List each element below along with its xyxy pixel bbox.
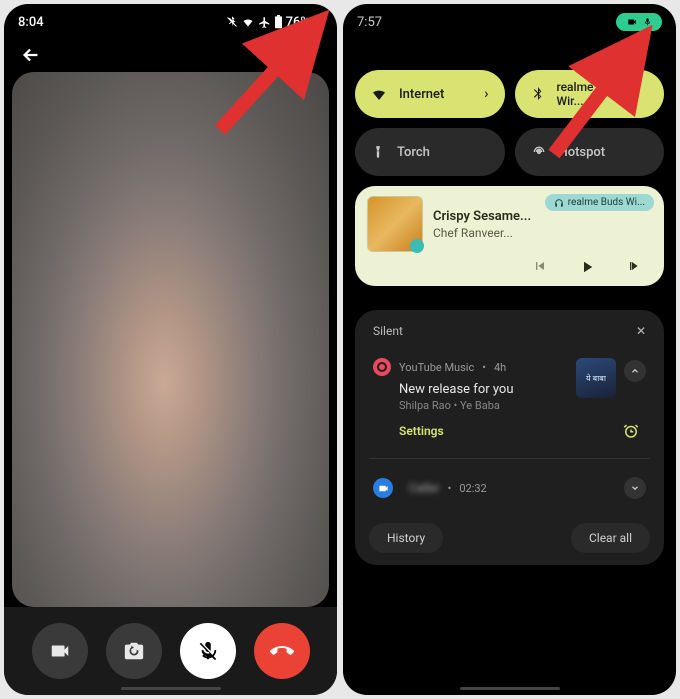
qs-label: Hotspot <box>559 145 649 160</box>
airplane-icon <box>258 16 271 29</box>
prev-button[interactable] <box>532 258 548 276</box>
quick-settings-row2: Torch Hotspot <box>343 128 676 176</box>
qs-bluetooth-tile[interactable]: realme Buds Wir... <box>515 70 665 118</box>
notif-age: 4h <box>494 361 506 374</box>
battery-icon <box>274 15 283 29</box>
chevron-right-icon: › <box>484 86 488 102</box>
battery-text: 76% <box>286 15 310 30</box>
notification-duo[interactable]: Caller • 02:32 <box>369 469 650 507</box>
qs-label: Torch <box>397 145 489 160</box>
switch-camera-button[interactable] <box>106 623 162 679</box>
media-output-chip[interactable]: realme Buds Wi... <box>545 194 654 211</box>
expand-button[interactable] <box>624 477 646 499</box>
wifi-icon <box>371 86 387 102</box>
torch-icon <box>371 144 385 160</box>
media-player-card[interactable]: realme Buds Wi... Crispy Sesame... Chef … <box>355 186 664 286</box>
headphones-icon <box>554 198 564 208</box>
app-name: YouTube Music <box>399 361 474 374</box>
qs-internet-tile[interactable]: Internet › <box>355 70 505 118</box>
media-artist: Chef Ranveer... <box>433 226 652 240</box>
bluetooth-icon <box>531 86 545 102</box>
mic-icon <box>643 16 652 28</box>
call-controls <box>4 607 337 695</box>
notification-panel: Silent ✕ YouTube Music • 4h ये बाबा New … <box>355 310 664 565</box>
output-label: realme Buds Wi... <box>568 197 645 208</box>
youtube-music-icon <box>373 358 391 376</box>
close-icon[interactable]: ✕ <box>636 324 646 338</box>
back-button[interactable] <box>4 36 337 74</box>
chevron-up-icon <box>630 366 640 376</box>
play-button[interactable] <box>578 258 596 276</box>
chevron-down-icon <box>630 483 640 493</box>
clear-all-button[interactable]: Clear all <box>571 523 650 553</box>
home-indicator[interactable] <box>460 687 560 690</box>
call-duration: 02:32 <box>459 482 486 495</box>
caller-name: Caller <box>409 481 440 495</box>
mute-button[interactable] <box>180 623 236 679</box>
phone-right-shade: 7:57 Internet › realme Buds Wir... Torch <box>343 4 676 695</box>
camera-icon <box>626 17 638 27</box>
status-bar: 7:57 <box>343 4 676 36</box>
qs-label: realme Buds Wir... <box>557 80 649 108</box>
section-label: Silent <box>373 324 403 338</box>
clock-text: 7:57 <box>357 15 382 30</box>
wifi-icon <box>241 16 255 28</box>
home-indicator[interactable] <box>121 687 221 690</box>
status-icons: 76% <box>226 15 323 30</box>
notification-youtube-music[interactable]: YouTube Music • 4h ये बाबा New release f… <box>369 350 650 448</box>
bluetooth-off-icon <box>226 16 238 28</box>
collapse-button[interactable] <box>624 360 646 382</box>
divider <box>369 458 650 459</box>
notif-subtitle: Shilpa Rao • Ye Baba <box>399 399 646 412</box>
quick-settings-row1: Internet › realme Buds Wir... <box>343 70 676 118</box>
camera-toggle-button[interactable] <box>32 623 88 679</box>
video-feed[interactable] <box>12 72 329 607</box>
next-button[interactable] <box>626 258 642 276</box>
privacy-dot-icon <box>315 18 323 26</box>
notif-footer: History Clear all <box>369 523 650 553</box>
duo-icon <box>373 478 393 498</box>
phone-left-videocall: 8:04 76% <box>4 4 337 695</box>
history-button[interactable]: History <box>369 523 443 553</box>
hangup-button[interactable] <box>254 623 310 679</box>
clock-text: 8:04 <box>18 15 44 30</box>
media-controls <box>367 252 652 276</box>
status-bar: 8:04 76% <box>4 4 337 36</box>
silent-section-header: Silent ✕ <box>369 324 650 338</box>
notif-thumbnail: ये बाबा <box>576 358 616 398</box>
qs-torch-tile[interactable]: Torch <box>355 128 505 176</box>
hotspot-icon <box>531 144 547 160</box>
media-thumbnail <box>367 196 423 252</box>
settings-action[interactable]: Settings <box>399 424 444 438</box>
snooze-button[interactable] <box>622 422 640 440</box>
camera-mic-indicator[interactable] <box>616 13 662 31</box>
qs-hotspot-tile[interactable]: Hotspot <box>515 128 665 176</box>
alarm-icon <box>622 422 640 440</box>
qs-label: Internet <box>399 87 484 102</box>
